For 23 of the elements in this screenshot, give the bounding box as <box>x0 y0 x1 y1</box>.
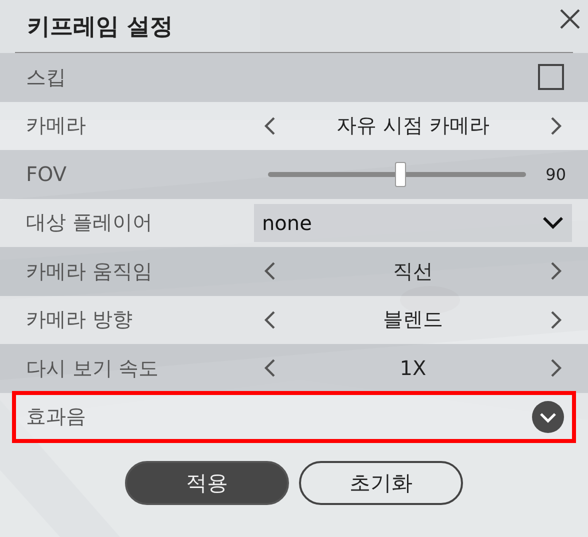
player-dropdown[interactable]: none <box>254 204 572 242</box>
setting-label: 카메라 방향 <box>26 306 132 334</box>
setting-label: 카메라 <box>26 112 86 140</box>
setting-label: FOV <box>26 162 67 186</box>
reset-button[interactable]: 초기화 <box>299 460 463 504</box>
fov-slider[interactable] <box>268 162 526 187</box>
setting-label: 카메라 움직임 <box>26 258 152 285</box>
chevron-down-icon <box>542 216 564 230</box>
slider-value: 90 <box>544 164 566 184</box>
expand-icon[interactable] <box>532 400 564 432</box>
window-title: 키프레임 설정 <box>26 12 174 42</box>
setting-value: 1X <box>400 356 426 380</box>
setting-value: 자유 시점 카메라 <box>336 112 490 140</box>
checkbox[interactable] <box>538 64 564 90</box>
setting-label: 대상 플레이어 <box>26 209 152 236</box>
apply-button[interactable]: 적용 <box>125 460 289 504</box>
setting-label: 스킵 <box>26 64 66 91</box>
close-icon[interactable] <box>559 8 581 30</box>
setting-label: 다시 보기 속도 <box>26 354 159 382</box>
setting-value: 직선 <box>393 258 433 285</box>
setting-label: 효과음 <box>26 403 86 430</box>
slider-thumb[interactable] <box>394 162 406 187</box>
setting-value: 블렌드 <box>383 306 443 334</box>
